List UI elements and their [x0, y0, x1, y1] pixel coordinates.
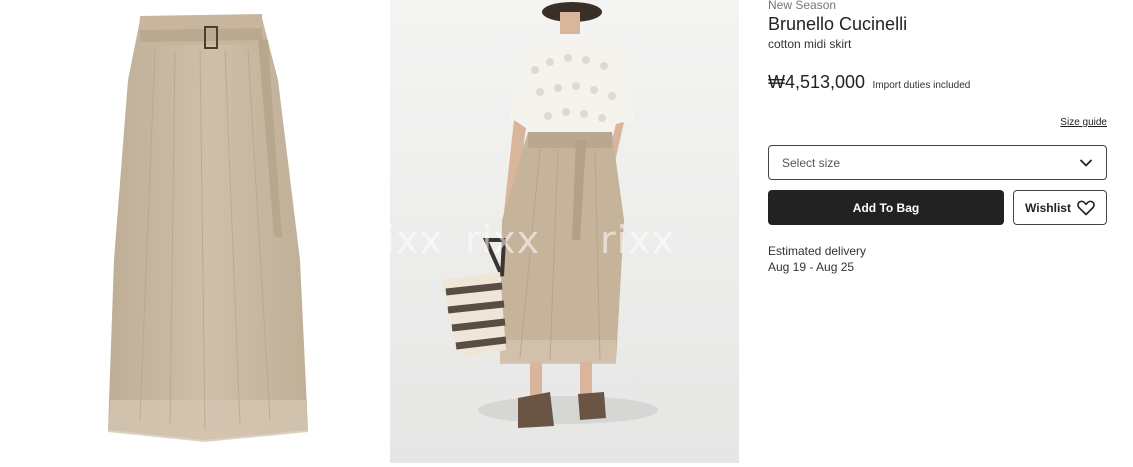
- watermark: rixx: [465, 218, 541, 262]
- add-to-bag-button[interactable]: Add To Bag: [768, 190, 1004, 225]
- watermark: rixx: [368, 218, 444, 262]
- size-select-placeholder: Select size: [782, 155, 841, 170]
- price: ₩4,513,000: [768, 72, 866, 92]
- season-tag: New Season: [768, 0, 837, 12]
- product-page: rixx rixx rixx New Season Brunello Cucin…: [0, 0, 1133, 467]
- delivery-label: Estimated delivery: [768, 244, 867, 258]
- heart-icon: [1077, 200, 1095, 215]
- duties-note: Import duties included: [872, 80, 971, 91]
- watermark: rixx: [600, 218, 676, 262]
- size-guide-link[interactable]: Size guide: [1060, 117, 1107, 128]
- wishlist-label: Wishlist: [1025, 200, 1071, 215]
- product-image-flatlay[interactable]: [0, 0, 390, 467]
- skirt-flatlay-illustration: [108, 14, 308, 442]
- brand-name[interactable]: Brunello Cucinelli: [768, 14, 907, 35]
- size-select[interactable]: Select size: [768, 145, 1107, 180]
- price-row: ₩4,513,000 Import duties included: [768, 72, 970, 93]
- delivery-dates: Aug 19 - Aug 25: [768, 260, 855, 274]
- wishlist-button[interactable]: Wishlist: [1013, 190, 1107, 225]
- chevron-down-icon: [1080, 159, 1092, 166]
- product-name: cotton midi skirt: [768, 37, 852, 51]
